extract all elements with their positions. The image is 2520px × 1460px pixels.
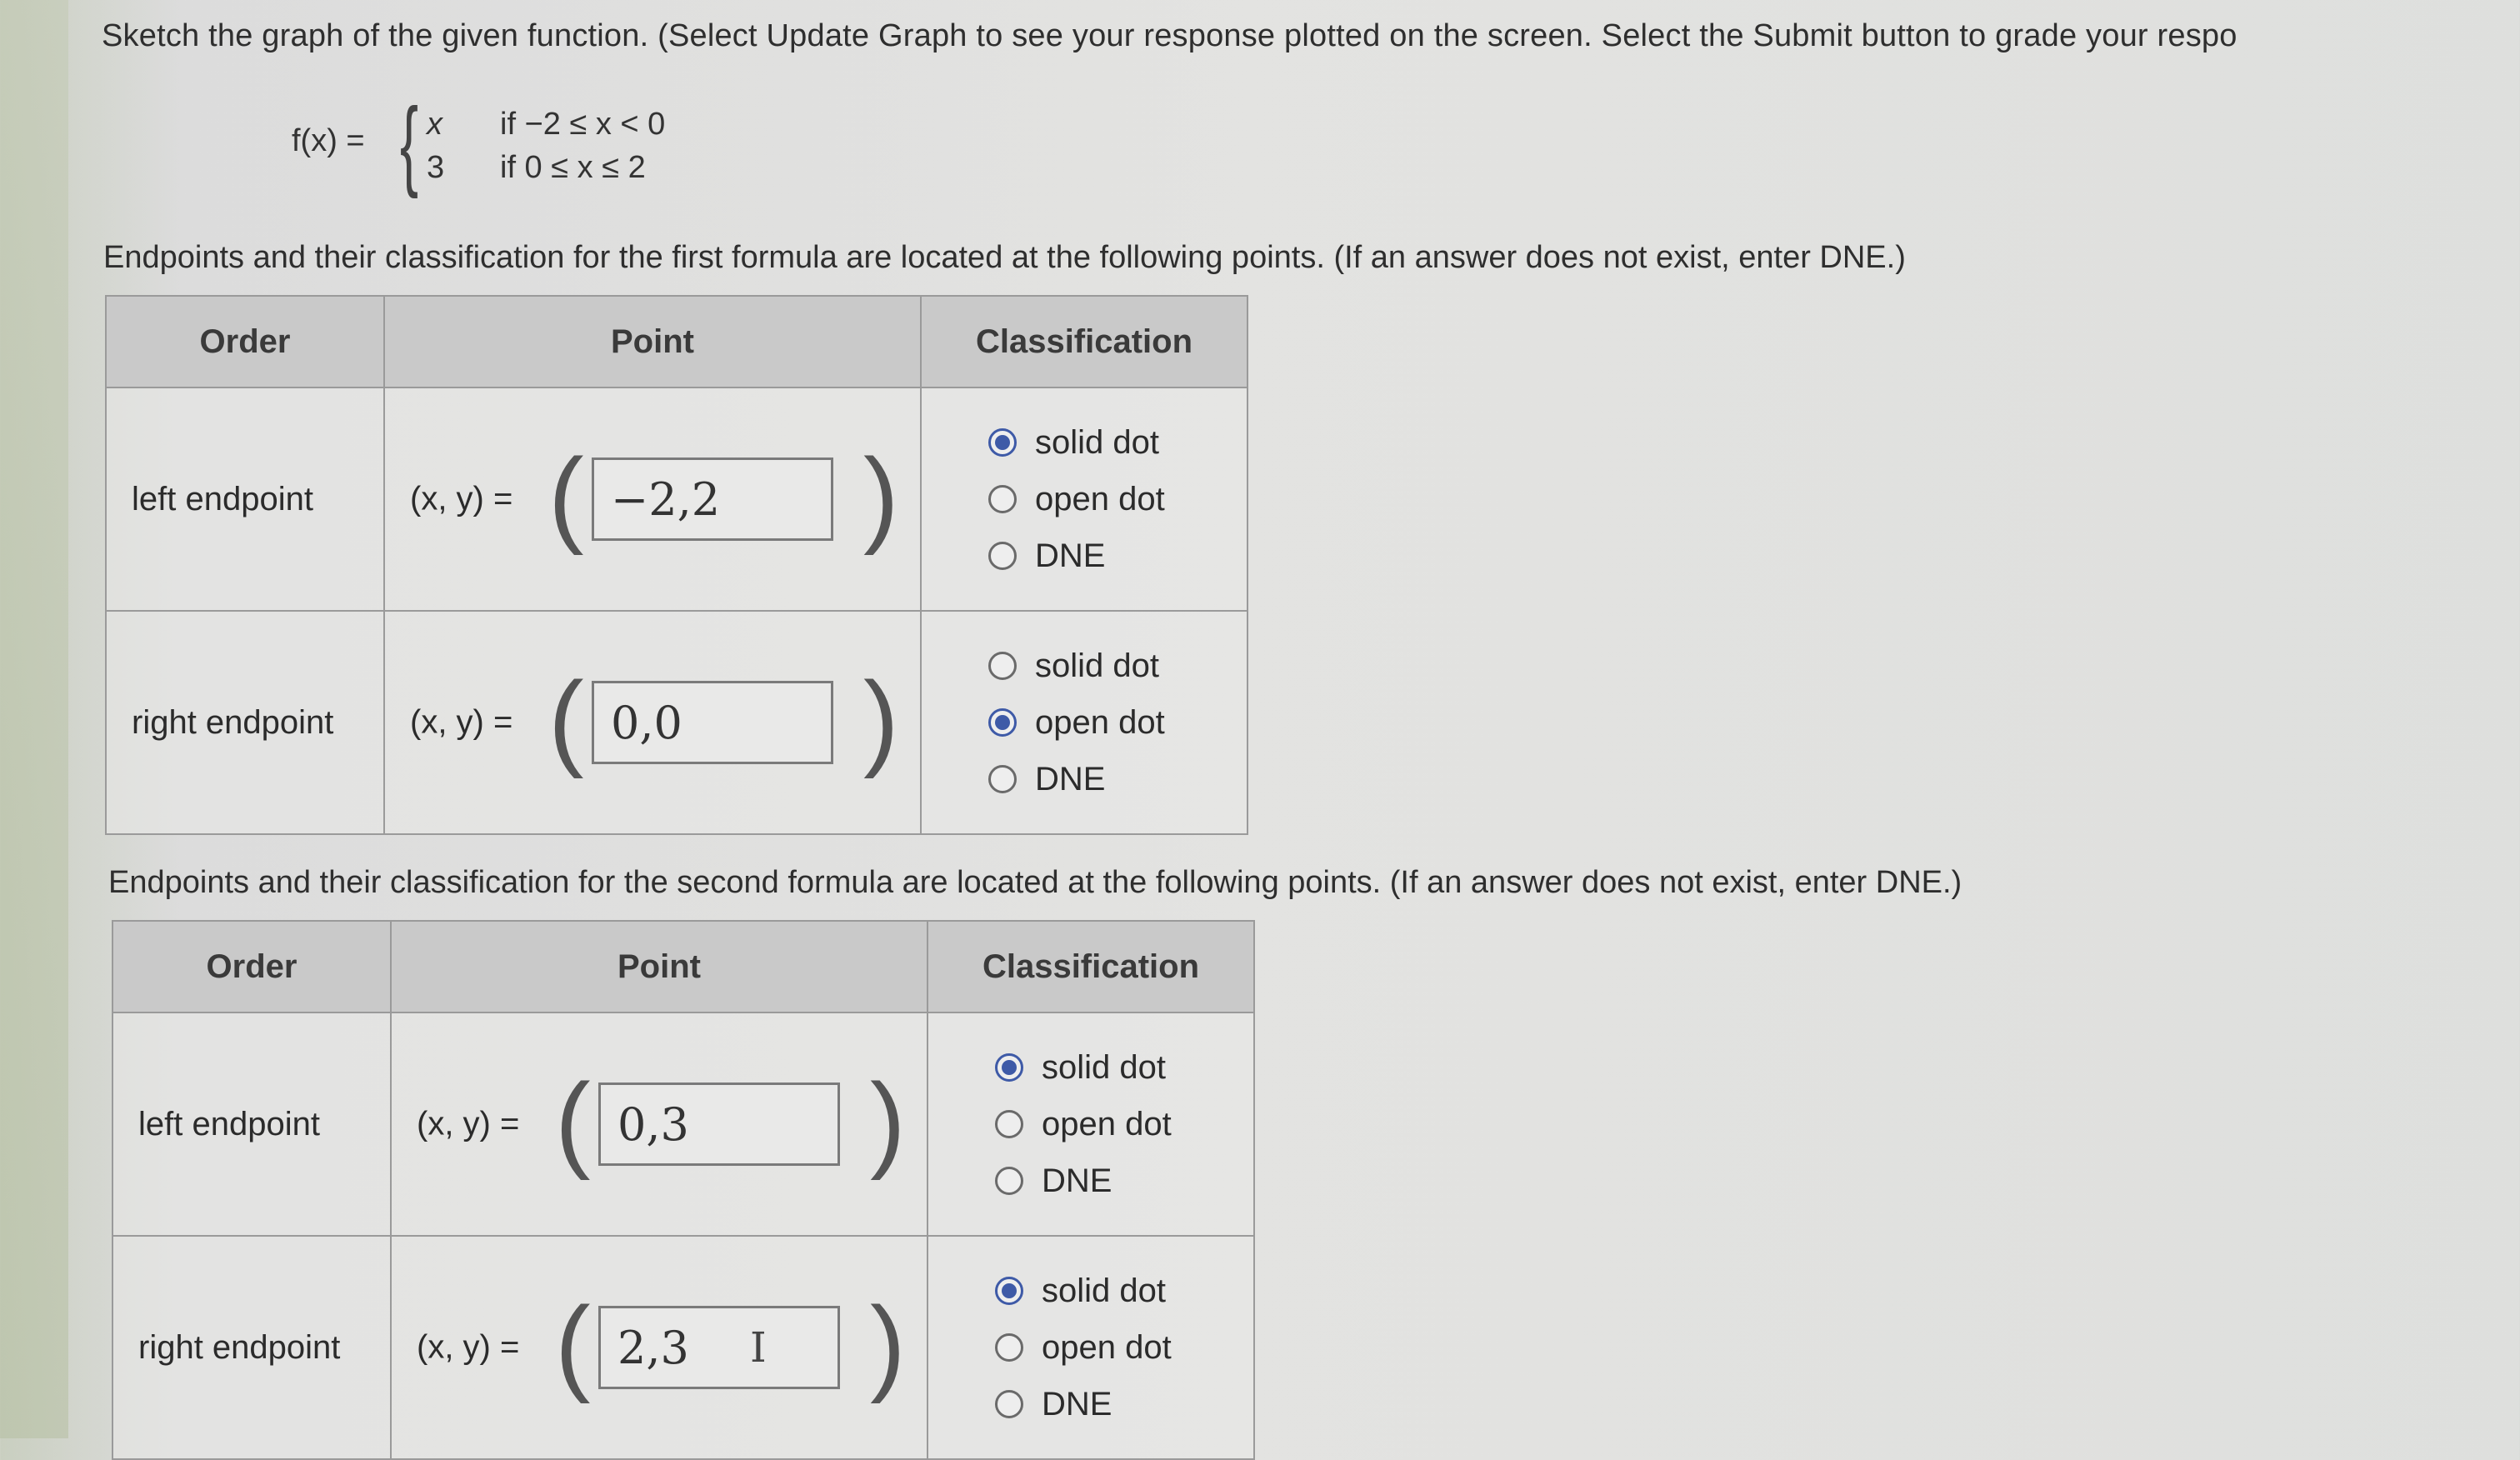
- point-input[interactable]: [592, 458, 833, 541]
- header-classification: Classification: [920, 295, 1248, 388]
- header-order: Order: [105, 295, 385, 388]
- function-lhs: f(x) =: [292, 123, 365, 158]
- radio-button-icon[interactable]: [988, 765, 1017, 793]
- piece2-expression: 3: [427, 150, 445, 185]
- radio-option-open[interactable]: open dot: [995, 1096, 1252, 1152]
- right-paren: ): [863, 660, 899, 780]
- option-label: open dot: [1042, 1105, 1172, 1142]
- option-label: DNE: [1035, 537, 1106, 574]
- background-left-strip: [0, 0, 68, 1438]
- radio-button-icon[interactable]: [995, 1390, 1023, 1418]
- right-paren: ): [863, 437, 899, 557]
- right-paren: ): [870, 1062, 906, 1182]
- radio-button-icon[interactable]: [995, 1167, 1023, 1195]
- order-cell: right endpoint: [105, 610, 385, 835]
- header-classification: Classification: [927, 920, 1255, 1013]
- point-input[interactable]: [598, 1082, 840, 1166]
- point-input[interactable]: [598, 1306, 840, 1389]
- option-label: DNE: [1042, 1385, 1112, 1422]
- point-cell: (x, y) = ( ): [390, 1012, 928, 1237]
- table-header-row: Order Point Classification: [105, 295, 1248, 388]
- option-label: open dot: [1042, 1328, 1172, 1366]
- radio-button-icon[interactable]: [988, 485, 1017, 513]
- right-paren: ): [870, 1285, 906, 1405]
- table-row: right endpoint (x, y) = ( ) solid dot op…: [105, 610, 1248, 835]
- classification-cell: solid dot open dot DNE: [927, 1235, 1255, 1460]
- radio-option-open[interactable]: open dot: [995, 1319, 1252, 1376]
- second-formula-prompt: Endpoints and their classification for t…: [108, 865, 1962, 900]
- xy-label: (x, y) =: [417, 1328, 520, 1366]
- point-input[interactable]: [592, 681, 833, 764]
- table-header-row: Order Point Classification: [112, 920, 1255, 1013]
- header-point: Point: [383, 295, 922, 388]
- point-cell: (x, y) = ( I ): [390, 1235, 928, 1460]
- order-cell: right endpoint: [112, 1235, 392, 1460]
- piece2-condition: if 0 ≤ x ≤ 2: [500, 150, 646, 185]
- order-cell: left endpoint: [105, 387, 385, 612]
- radio-option-solid[interactable]: solid dot: [988, 638, 1246, 694]
- radio-button-icon[interactable]: [988, 708, 1017, 737]
- classification-cell: solid dot open dot DNE: [920, 610, 1248, 835]
- point-cell: (x, y) = ( ): [383, 610, 922, 835]
- text-cursor-icon: I: [750, 1323, 767, 1372]
- radio-option-solid[interactable]: solid dot: [995, 1039, 1252, 1096]
- radio-option-dne[interactable]: DNE: [995, 1376, 1252, 1432]
- second-formula-table: Order Point Classification left endpoint…: [112, 920, 1255, 1460]
- xy-label: (x, y) =: [410, 480, 513, 518]
- radio-button-icon[interactable]: [995, 1277, 1023, 1305]
- radio-option-open[interactable]: open dot: [988, 694, 1246, 751]
- point-cell: (x, y) = ( ): [383, 387, 922, 612]
- option-label: DNE: [1042, 1162, 1112, 1199]
- radio-option-solid[interactable]: solid dot: [995, 1262, 1252, 1319]
- classification-cell: solid dot open dot DNE: [927, 1012, 1255, 1237]
- piece1-condition: if −2 ≤ x < 0: [500, 107, 666, 142]
- option-label: solid dot: [1035, 423, 1159, 461]
- left-paren: (: [548, 660, 584, 780]
- table-row: right endpoint (x, y) = ( I ) solid dot …: [112, 1235, 1255, 1460]
- radio-button-icon[interactable]: [995, 1053, 1023, 1082]
- option-label: solid dot: [1042, 1272, 1166, 1309]
- radio-button-icon[interactable]: [988, 542, 1017, 570]
- radio-option-dne[interactable]: DNE: [988, 528, 1246, 584]
- first-formula-table: Order Point Classification left endpoint…: [105, 295, 1248, 835]
- radio-button-icon[interactable]: [995, 1333, 1023, 1362]
- header-point: Point: [390, 920, 928, 1013]
- option-label: solid dot: [1042, 1048, 1166, 1086]
- radio-button-icon[interactable]: [988, 428, 1017, 457]
- option-label: open dot: [1035, 480, 1165, 518]
- xy-label: (x, y) =: [417, 1105, 520, 1142]
- header-order: Order: [112, 920, 392, 1013]
- radio-option-open[interactable]: open dot: [988, 471, 1246, 528]
- radio-option-solid[interactable]: solid dot: [988, 414, 1246, 471]
- option-label: DNE: [1035, 760, 1106, 798]
- table-row: left endpoint (x, y) = ( ) solid dot ope…: [112, 1012, 1255, 1237]
- brace-symbol: {: [400, 88, 419, 199]
- radio-option-dne[interactable]: DNE: [988, 751, 1246, 808]
- left-paren: (: [548, 437, 584, 557]
- order-cell: left endpoint: [112, 1012, 392, 1237]
- radio-button-icon[interactable]: [988, 652, 1017, 680]
- radio-button-icon[interactable]: [995, 1110, 1023, 1138]
- table-row: left endpoint (x, y) = ( ) solid dot ope…: [105, 387, 1248, 612]
- xy-label: (x, y) =: [410, 703, 513, 741]
- option-label: solid dot: [1035, 647, 1159, 684]
- option-label: open dot: [1035, 703, 1165, 741]
- radio-option-dne[interactable]: DNE: [995, 1152, 1252, 1209]
- left-paren: (: [555, 1285, 591, 1405]
- left-paren: (: [555, 1062, 591, 1182]
- instructions-text: Sketch the graph of the given function. …: [102, 18, 2238, 53]
- piece1-expression: x: [427, 107, 442, 142]
- classification-cell: solid dot open dot DNE: [920, 387, 1248, 612]
- first-formula-prompt: Endpoints and their classification for t…: [103, 240, 1906, 275]
